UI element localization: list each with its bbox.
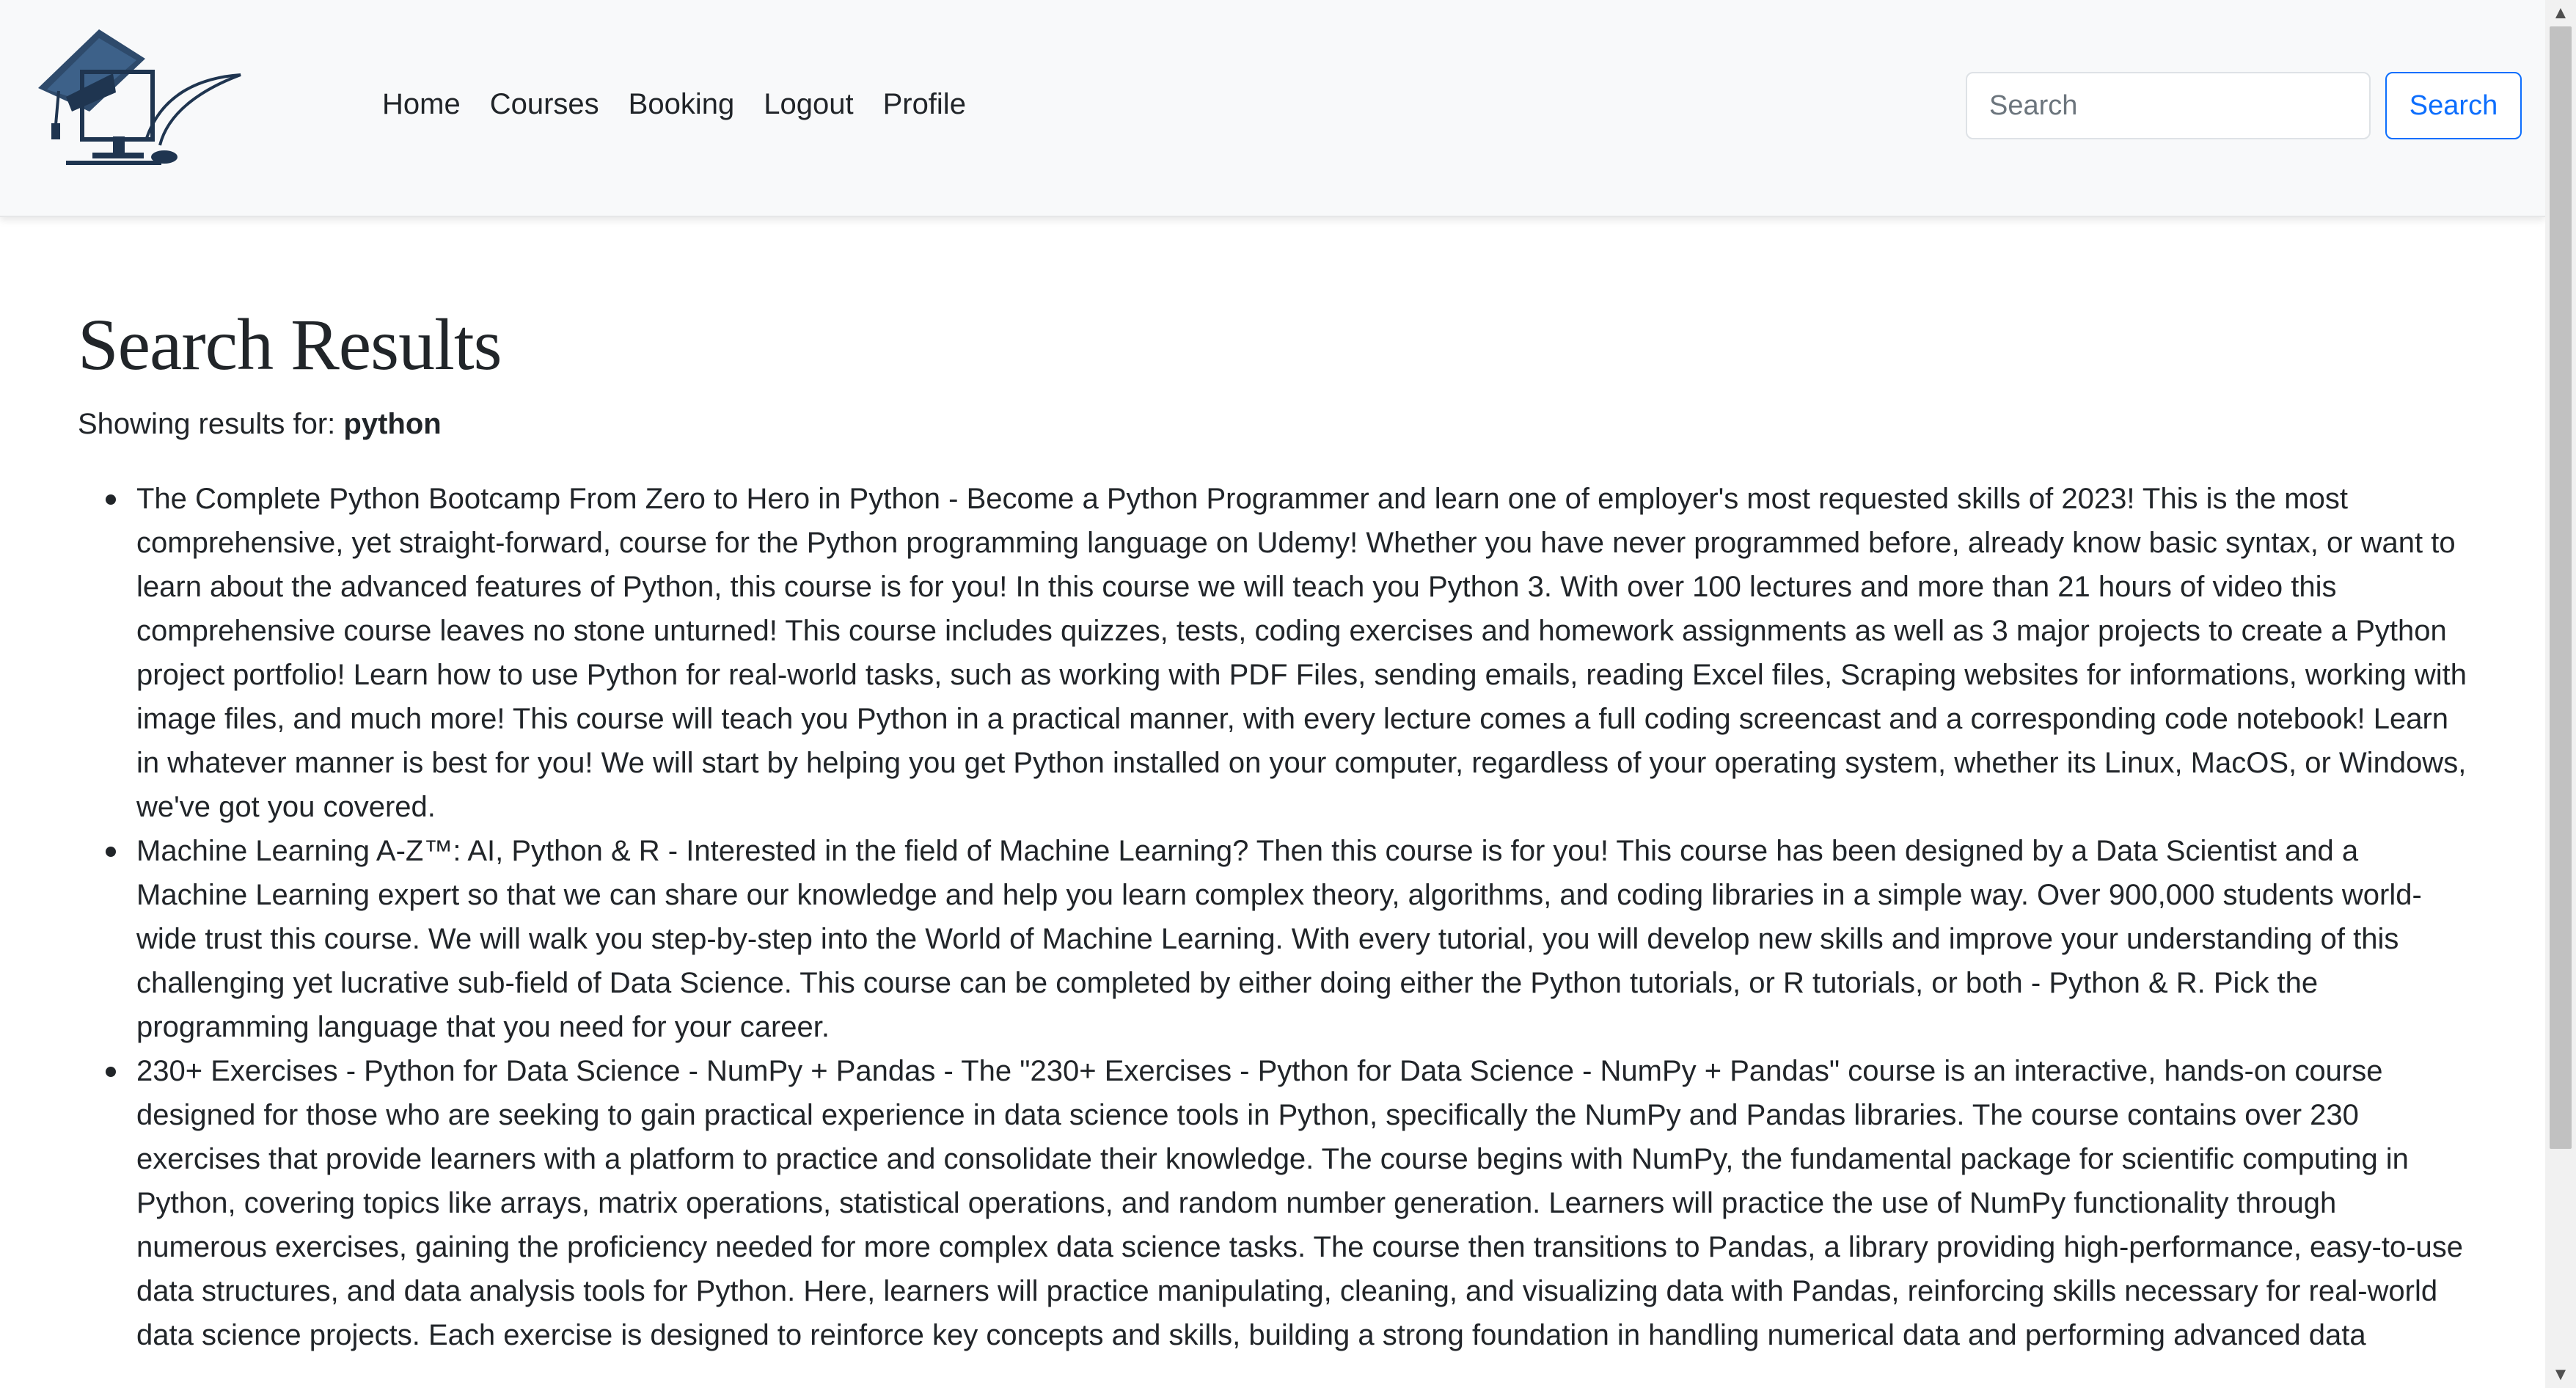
- result-item: 230+ Exercises - Python for Data Science…: [106, 1049, 2469, 1357]
- search-button[interactable]: Search: [2385, 72, 2522, 139]
- nav-link-courses[interactable]: Courses: [490, 82, 599, 126]
- scroll-down-arrow-icon[interactable]: ▼: [2545, 1362, 2576, 1388]
- results-list: The Complete Python Bootcamp From Zero t…: [78, 477, 2469, 1357]
- page: Home Courses Booking Logout Profile Sear…: [0, 0, 2576, 1388]
- nav-link-booking[interactable]: Booking: [629, 82, 735, 126]
- page-title: Search Results: [78, 304, 502, 385]
- result-item: The Complete Python Bootcamp From Zero t…: [106, 477, 2469, 829]
- vertical-scrollbar[interactable]: ▲ ▼: [2545, 0, 2576, 1388]
- scroll-thumb[interactable]: [2550, 26, 2572, 1149]
- result-item: Machine Learning A-Z™: AI, Python & R - …: [106, 829, 2469, 1049]
- nav-link-logout[interactable]: Logout: [764, 82, 853, 126]
- graduation-cap-computer-logo-icon[interactable]: [37, 29, 242, 169]
- nav-links: Home Courses Booking Logout Profile: [382, 82, 995, 126]
- results-for-label: Showing results for:: [78, 408, 336, 440]
- nav-link-profile[interactable]: Profile: [883, 82, 966, 126]
- search-input[interactable]: [1966, 72, 2371, 139]
- search-query: python: [343, 408, 442, 440]
- navbar: Home Courses Booking Logout Profile Sear…: [0, 0, 2545, 217]
- main-content: Search Results Showing results for: pyth…: [78, 301, 2469, 1357]
- results-for: Showing results for: python: [78, 402, 2469, 446]
- nav-link-home[interactable]: Home: [382, 82, 461, 126]
- scroll-up-arrow-icon[interactable]: ▲: [2545, 0, 2576, 26]
